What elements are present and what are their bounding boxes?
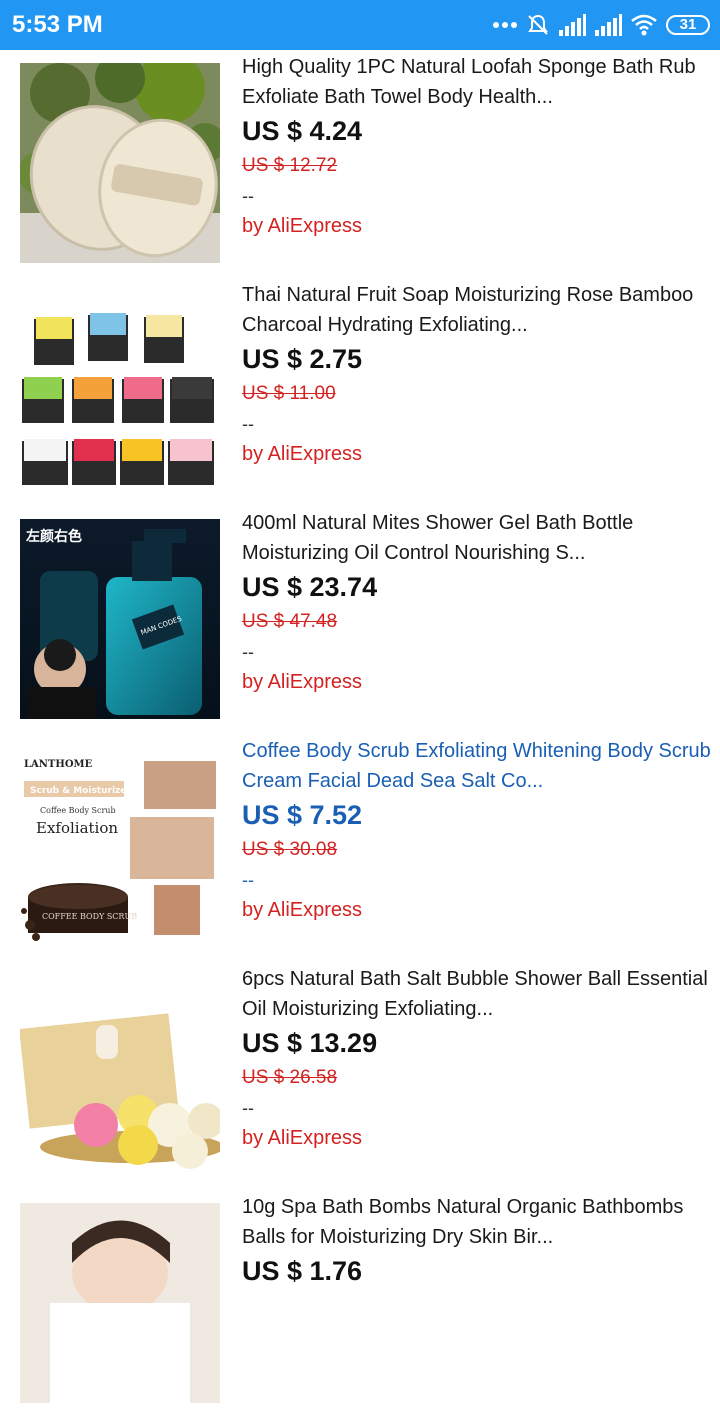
product-price: US $ 23.74 (242, 572, 378, 602)
product-old-price: US $ 30.08 (242, 839, 338, 860)
product-old-price: US $ 11.00 (242, 383, 336, 404)
product-title[interactable]: 400ml Natural Mites Shower Gel Bath Bott… (242, 508, 712, 568)
product-old-price: US $ 12.72 (242, 155, 338, 176)
fruit-soap-image[interactable] (20, 291, 220, 491)
product-seller: by AliExpress (242, 899, 363, 921)
product-seller: by AliExpress (242, 671, 363, 693)
product-rating: -- (242, 642, 254, 662)
svg-text:Exfoliation: Exfoliation (36, 819, 118, 837)
product-title[interactable]: High Quality 1PC Natural Loofah Sponge B… (242, 52, 712, 112)
bath-bombs-image[interactable] (20, 975, 220, 1175)
status-icons: 31 (492, 12, 710, 38)
product-price: US $ 1.76 (242, 1256, 363, 1286)
product-title[interactable]: 6pcs Natural Bath Salt Bubble Shower Bal… (242, 964, 712, 1024)
svg-text:Coffee Body Scrub: Coffee Body Scrub (40, 806, 116, 815)
battery-icon: 31 (666, 15, 710, 35)
product-item[interactable]: 左颜右色 MAN CODES 400ml Natural Mites Showe… (0, 506, 720, 734)
coffee-scrub-image[interactable]: LANTHOME Scrub & Moisturize Coffee Body … (20, 747, 220, 947)
loofah-sponge-image[interactable] (20, 63, 220, 263)
status-time: 5:53 PM (12, 11, 103, 38)
product-price: US $ 4.24 (242, 116, 363, 146)
product-title[interactable]: Coffee Body Scrub Exfoliating Whitening … (242, 736, 712, 796)
product-info: High Quality 1PC Natural Loofah Sponge B… (242, 52, 712, 241)
product-old-price: US $ 47.48 (242, 611, 338, 632)
product-item[interactable]: High Quality 1PC Natural Loofah Sponge B… (0, 50, 720, 278)
shower-gel-image[interactable]: 左颜右色 MAN CODES (20, 519, 220, 719)
svg-text:LANTHOME: LANTHOME (24, 759, 93, 770)
product-info: 400ml Natural Mites Shower Gel Bath Bott… (242, 508, 712, 697)
product-seller: by AliExpress (242, 1127, 363, 1149)
product-seller: by AliExpress (242, 443, 363, 465)
product-old-price: US $ 26.58 (242, 1067, 338, 1088)
product-rating: -- (242, 870, 254, 890)
product-item[interactable]: LANTHOME Scrub & Moisturize Coffee Body … (0, 734, 720, 962)
svg-text:COFFEE BODY SCRUB: COFFEE BODY SCRUB (42, 912, 137, 921)
product-item[interactable]: 10g Spa Bath Bombs Natural Organic Bathb… (0, 1190, 720, 1418)
product-info: 6pcs Natural Bath Salt Bubble Shower Bal… (242, 964, 712, 1153)
product-rating: -- (242, 186, 254, 206)
signal-icon (594, 14, 622, 36)
product-seller: by AliExpress (242, 215, 363, 237)
product-info: Thai Natural Fruit Soap Moisturizing Ros… (242, 280, 712, 469)
signal-icon (558, 14, 586, 36)
product-price: US $ 2.75 (242, 344, 363, 374)
product-rating: -- (242, 1098, 254, 1118)
product-price: US $ 13.29 (242, 1028, 378, 1058)
mute-icon (526, 13, 550, 37)
product-info: Coffee Body Scrub Exfoliating Whitening … (242, 736, 712, 925)
product-rating: -- (242, 414, 254, 434)
status-bar: 5:53 PM 31 (0, 0, 720, 50)
more-dots-icon (492, 20, 518, 30)
svg-text:Scrub & Moisturize: Scrub & Moisturize (30, 786, 126, 796)
spa-woman-image[interactable] (20, 1203, 220, 1403)
product-info: 10g Spa Bath Bombs Natural Organic Bathb… (242, 1192, 712, 1289)
wifi-icon (630, 14, 658, 36)
svg-text:左颜右色: 左颜右色 (25, 528, 82, 545)
product-title[interactable]: Thai Natural Fruit Soap Moisturizing Ros… (242, 280, 712, 340)
product-item[interactable]: 6pcs Natural Bath Salt Bubble Shower Bal… (0, 962, 720, 1190)
product-item[interactable]: Thai Natural Fruit Soap Moisturizing Ros… (0, 278, 720, 506)
product-price: US $ 7.52 (242, 800, 363, 830)
product-title[interactable]: 10g Spa Bath Bombs Natural Organic Bathb… (242, 1192, 712, 1252)
